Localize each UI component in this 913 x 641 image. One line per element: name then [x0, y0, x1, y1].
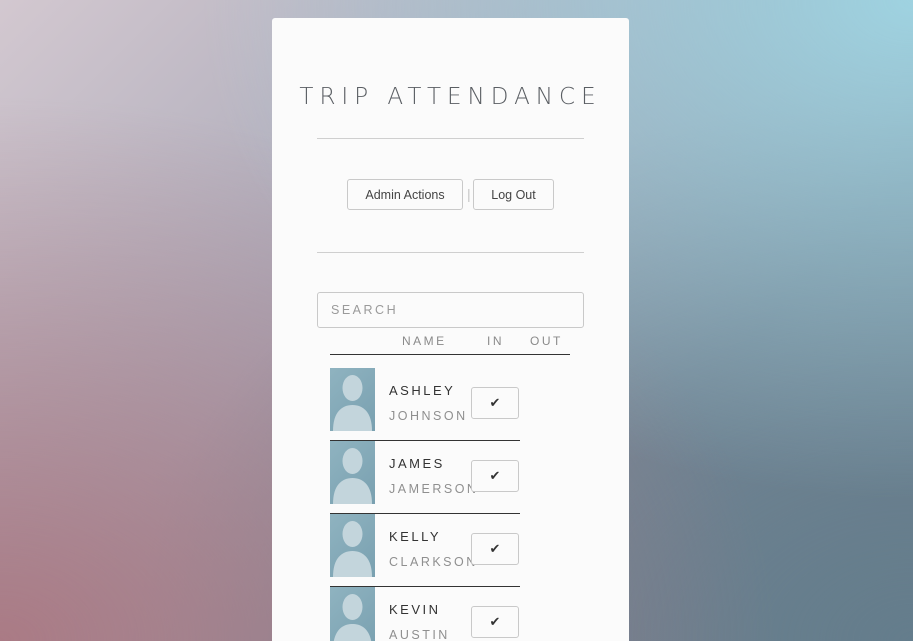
last-name: AUSTIN: [389, 628, 450, 641]
header-underline: [330, 354, 570, 355]
last-name: JOHNSON: [389, 409, 468, 423]
person-silhouette-icon: [330, 587, 375, 641]
column-header-out: OUT: [530, 334, 563, 348]
first-name: JAMES: [389, 456, 445, 471]
first-name: KELLY: [389, 529, 442, 544]
check-in-button[interactable]: ✔: [471, 533, 519, 565]
last-name: JAMERSON: [389, 482, 479, 496]
table-row: ASHLEY JOHNSON ✔: [330, 368, 520, 441]
table-row: JAMES JAMERSON ✔: [330, 441, 520, 514]
last-name: CLARKSON: [389, 555, 478, 569]
check-icon: ✔: [489, 468, 501, 483]
column-header-in: IN: [487, 334, 504, 348]
person-silhouette-icon: [330, 514, 375, 577]
admin-actions-button[interactable]: Admin Actions: [347, 179, 463, 210]
check-in-button[interactable]: ✔: [471, 460, 519, 492]
page-title: TRIP ATTENDANCE: [299, 84, 602, 110]
button-separator: |: [467, 186, 471, 202]
check-icon: ✔: [489, 541, 501, 556]
search-input[interactable]: [317, 292, 584, 328]
check-icon: ✔: [489, 614, 501, 629]
attendance-card: TRIP ATTENDANCE Admin Actions | Log Out …: [272, 18, 629, 641]
check-icon: ✔: [489, 395, 501, 410]
person-silhouette-icon: [330, 441, 375, 504]
log-out-button[interactable]: Log Out: [473, 179, 554, 210]
middle-divider: [317, 252, 584, 253]
table-row: KEVIN AUSTIN ✔: [330, 587, 520, 641]
first-name: KEVIN: [389, 602, 441, 617]
check-in-button[interactable]: ✔: [471, 387, 519, 419]
table-row: KELLY CLARKSON ✔: [330, 514, 520, 587]
first-name: ASHLEY: [389, 383, 456, 398]
top-divider: [317, 138, 584, 139]
column-header-name: NAME: [402, 334, 447, 348]
check-in-button[interactable]: ✔: [471, 606, 519, 638]
person-silhouette-icon: [330, 368, 375, 431]
